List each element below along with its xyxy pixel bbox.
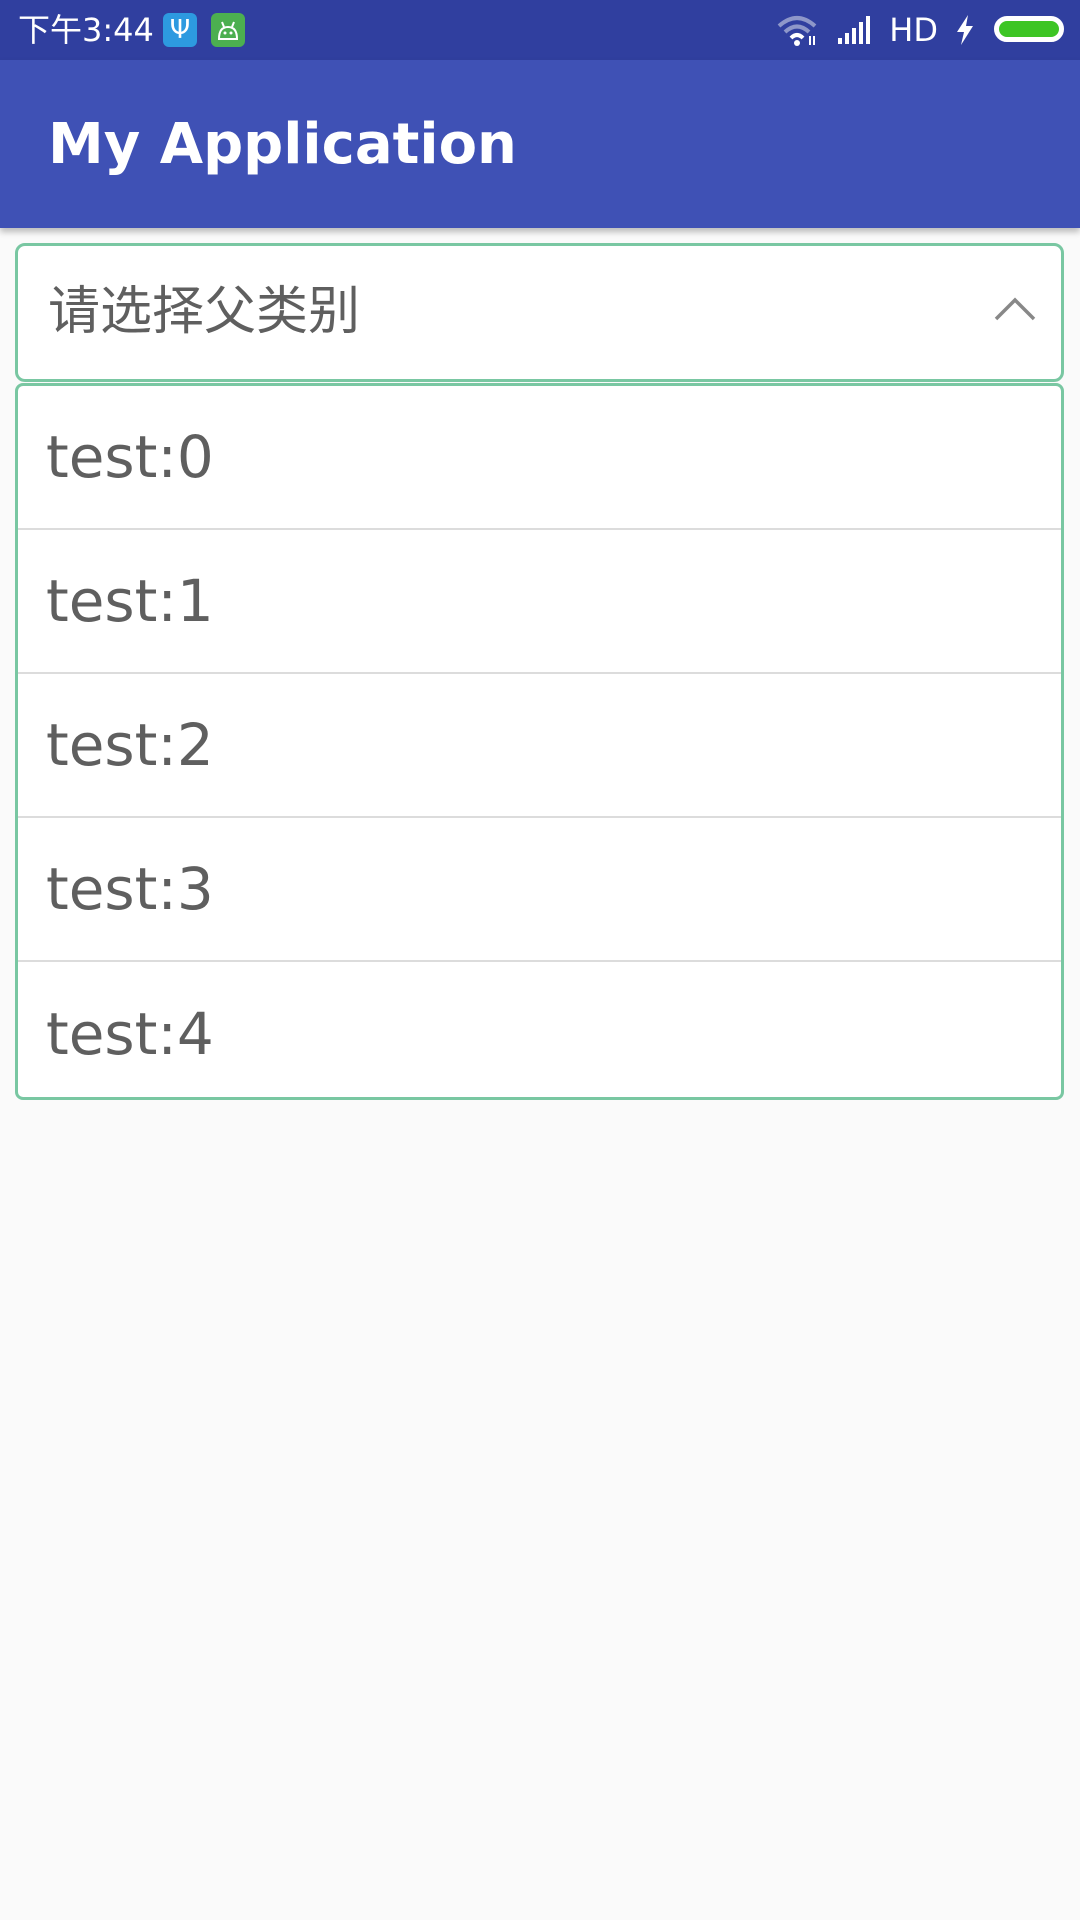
dropdown-item[interactable]: test:2 (18, 674, 1061, 818)
spinner-placeholder: 请选择父类别 (48, 282, 361, 342)
status-time: 下午3:44 (18, 11, 154, 49)
network-type-label: HD (889, 11, 938, 49)
battery-icon (994, 16, 1064, 42)
status-bar: 下午3:44 Ψ HD (0, 0, 1080, 60)
dropdown-list: test:0 test:1 test:2 test:3 test:4 (15, 383, 1064, 1100)
charging-icon (957, 15, 973, 45)
dropdown-item[interactable]: test:4 (18, 962, 1061, 1097)
usb-icon: Ψ (163, 13, 197, 47)
signal-icon (838, 16, 870, 44)
android-debug-icon (211, 13, 245, 47)
battery-level (999, 21, 1059, 37)
dropdown-item[interactable]: test:3 (18, 818, 1061, 962)
chevron-up-icon (994, 297, 1036, 321)
category-spinner[interactable]: 请选择父类别 (15, 243, 1064, 382)
dropdown-item[interactable]: test:1 (18, 530, 1061, 674)
app-title: My Application (48, 112, 517, 177)
app-bar: My Application (0, 60, 1080, 228)
wifi-icon (777, 16, 817, 46)
dropdown-item[interactable]: test:0 (18, 386, 1061, 530)
